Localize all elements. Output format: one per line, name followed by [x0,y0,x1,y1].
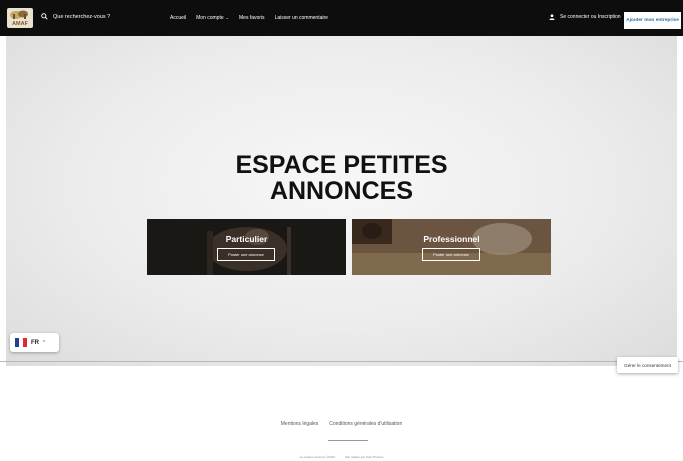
search-label: Que recherchez-vous ? [53,13,111,20]
copyright-text: La maison au feruo ©2023 [299,455,335,459]
card-professionnel[interactable]: Professionnel Poster une annonce [352,219,551,275]
nav-item-label: Mon compte [196,15,224,21]
footer-divider [328,440,368,441]
chevron-down-icon: ⌄ [225,15,229,20]
language-switcher[interactable]: FR ^ [10,333,59,352]
footer-links: Mentions légales Conditions générales d'… [0,421,683,427]
consent-button[interactable]: Gérer le consentement [617,357,678,373]
footer-link-mentions[interactable]: Mentions légales [281,421,319,427]
page-title: ESPACE PETITES ANNONCES [0,152,683,204]
card-title: Particulier [225,234,268,244]
card-overlay [352,219,551,275]
chevron-up-icon: ^ [43,339,46,346]
add-business-button[interactable]: Ajouter mon entreprise [624,12,681,29]
logo-text: AMAF [12,21,29,27]
card-particulier[interactable]: Particulier Poster une annonce [147,219,346,275]
france-flag-icon [15,338,27,347]
section-divider [0,361,683,362]
search-trigger[interactable]: Que recherchez-vous ? [41,13,110,20]
nav-item-accueil[interactable]: Accueil [170,15,186,21]
title-line-2: ANNONCES [269,177,414,205]
nav-item-mon-compte[interactable]: Mon compte ⌄ [196,15,229,21]
post-ad-button-particulier[interactable]: Poster une annonce [217,248,275,261]
card-title: Professionnel [423,234,480,244]
search-icon [41,13,48,20]
footer-link-cgu[interactable]: Conditions générales d'utilisation [329,421,402,427]
login-link[interactable]: Se connecter ou Inscription [549,14,621,20]
main-nav: Accueil Mon compte ⌄ Mes favoris Laisser … [170,15,328,21]
footer-copyright: La maison au feruo ©2023 Site réalisé pa… [0,455,683,459]
site-logo[interactable]: AMAF [7,8,33,28]
nav-item-mes-favoris[interactable]: Mes favoris [239,15,265,21]
title-line-1: ESPACE PETITES [235,151,448,179]
credit-text[interactable]: Site réalisé par Tarin Promes [345,455,383,459]
language-code: FR [31,339,39,346]
nav-item-commentaire[interactable]: Laisser un commentaire [275,15,328,21]
user-icon [549,14,555,20]
top-navbar: AMAF Que recherchez-vous ? Accueil Mon c… [0,0,683,36]
post-ad-button-professionnel[interactable]: Poster une annonce [422,248,480,261]
card-overlay [147,219,346,275]
login-label: Se connecter ou Inscription [560,14,621,20]
